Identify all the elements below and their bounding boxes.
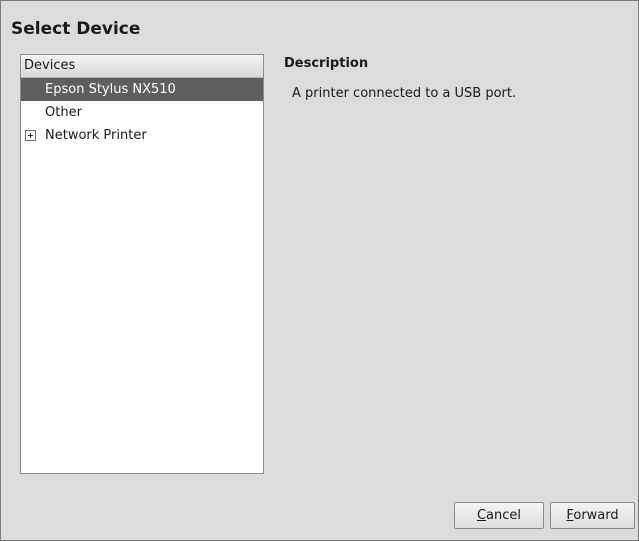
forward-label: orward <box>573 508 619 523</box>
cancel-button[interactable]: Cancel <box>454 502 544 529</box>
devices-column-header[interactable]: Devices <box>21 55 263 78</box>
device-item-label: Network Printer <box>45 128 147 143</box>
description-text: A printer connected to a USB port. <box>292 86 517 101</box>
device-item-label: Epson Stylus NX510 <box>45 82 176 97</box>
expand-plus-icon[interactable] <box>25 130 36 141</box>
device-item-label: Other <box>45 105 82 120</box>
description-heading: Description <box>284 56 369 71</box>
cancel-mnemonic: C <box>476 508 487 523</box>
device-item-network-printer[interactable]: Network Printer <box>21 124 263 147</box>
cancel-label: ancel <box>486 508 522 523</box>
device-item-other[interactable]: Other <box>21 101 263 124</box>
device-item-epson-stylus-nx510[interactable]: Epson Stylus NX510 <box>21 78 263 101</box>
forward-button[interactable]: Forward <box>550 502 635 529</box>
device-list[interactable]: Devices Epson Stylus NX510 Other Network… <box>20 54 264 474</box>
select-device-dialog: Select Device Devices Epson Stylus NX510… <box>0 0 639 541</box>
dialog-title: Select Device <box>11 19 141 39</box>
